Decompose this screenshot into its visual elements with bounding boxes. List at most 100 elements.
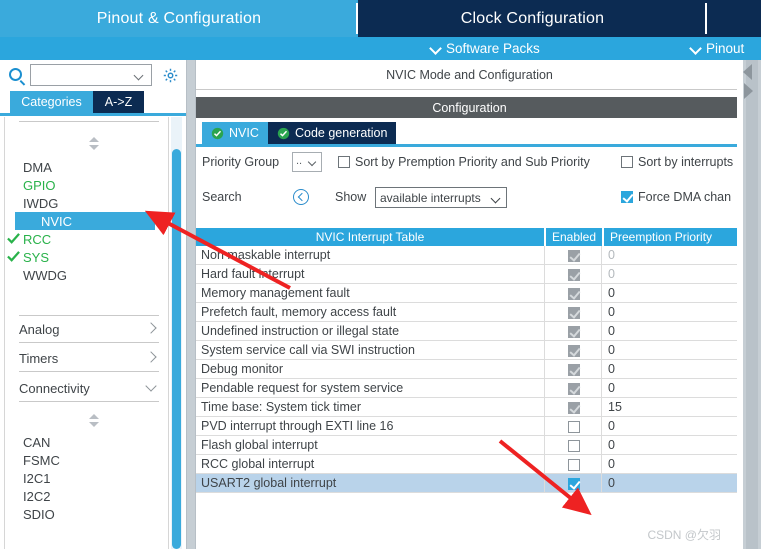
table-row[interactable]: PVD interrupt through EXTI line 16 0 bbox=[196, 417, 737, 436]
sidebar-item-sys[interactable]: SYS bbox=[7, 248, 49, 266]
preemption-priority-cell[interactable]: 0 bbox=[602, 246, 615, 265]
column-header-interrupt-table[interactable]: NVIC Interrupt Table bbox=[196, 228, 544, 246]
tab-label: Clock Configuration bbox=[460, 9, 605, 27]
tab-clock-configuration[interactable]: Clock Configuration bbox=[358, 0, 707, 37]
sort-by-interrupts-checkbox[interactable] bbox=[621, 156, 633, 168]
right-scroll-band-inner[interactable] bbox=[746, 60, 758, 549]
enabled-cell[interactable] bbox=[544, 436, 602, 455]
table-row[interactable]: Memory management fault 0 bbox=[196, 284, 737, 303]
table-row[interactable]: Flash global interrupt 0 bbox=[196, 436, 737, 455]
sidebar-item-fsmc[interactable]: FSMC bbox=[23, 451, 60, 469]
column-header-preemption-priority[interactable]: Preemption Priority bbox=[602, 228, 737, 246]
enabled-cell[interactable] bbox=[544, 474, 602, 493]
sidebar-item-i2c1[interactable]: I2C1 bbox=[23, 469, 50, 487]
chevron-right-icon bbox=[145, 351, 159, 365]
interrupt-name: Pendable request for system service bbox=[201, 381, 404, 395]
enabled-checkbox[interactable] bbox=[568, 440, 580, 452]
collapse-left-icon[interactable] bbox=[743, 64, 752, 80]
tab-next[interactable] bbox=[707, 0, 761, 37]
enabled-cell[interactable] bbox=[544, 246, 602, 265]
panel-title: NVIC Mode and Configuration bbox=[196, 60, 743, 90]
show-select[interactable]: available interrupts bbox=[375, 187, 507, 208]
table-row[interactable]: Non maskable interrupt 0 bbox=[196, 246, 737, 265]
table-row[interactable]: USART2 global interrupt 0 bbox=[196, 474, 737, 493]
enabled-cell[interactable] bbox=[544, 341, 602, 360]
priority-group-value: .. bbox=[296, 155, 303, 167]
enabled-checkbox[interactable] bbox=[568, 421, 580, 433]
enabled-cell[interactable] bbox=[544, 417, 602, 436]
preemption-priority-cell[interactable]: 0 bbox=[602, 455, 615, 474]
sidebar-group-label: Timers bbox=[19, 350, 59, 366]
panel-collapse-controls[interactable] bbox=[741, 62, 757, 102]
sort-by-interrupts-label: Sort by interrupts bbox=[638, 155, 734, 169]
sidebar-group-connectivity[interactable]: Connectivity bbox=[19, 375, 159, 401]
gear-icon[interactable] bbox=[162, 67, 179, 84]
enabled-cell[interactable] bbox=[544, 455, 602, 474]
sidebar-group-timers[interactable]: Timers bbox=[19, 345, 159, 371]
table-row[interactable]: Undefined instruction or illegal state 0 bbox=[196, 322, 737, 341]
chevron-down-icon bbox=[430, 43, 441, 54]
pinout-menu[interactable]: Pinout bbox=[690, 37, 744, 60]
table-row[interactable]: Time base: System tick timer 15 bbox=[196, 398, 737, 417]
force-dma-channels-checkbox[interactable] bbox=[621, 191, 633, 203]
preemption-priority-cell[interactable]: 0 bbox=[602, 265, 615, 284]
preemption-priority-cell[interactable]: 0 bbox=[602, 474, 615, 493]
preemption-priority-cell[interactable]: 0 bbox=[602, 379, 615, 398]
table-row[interactable]: Debug monitor 0 bbox=[196, 360, 737, 379]
scroll-spinner-icon[interactable] bbox=[89, 137, 100, 150]
preemption-priority-cell[interactable]: 0 bbox=[602, 322, 615, 341]
sidebar-item-wwdg[interactable]: WWDG bbox=[23, 266, 67, 284]
table-row[interactable]: Hard fault interrupt 0 bbox=[196, 265, 737, 284]
preemption-priority-cell[interactable]: 0 bbox=[602, 284, 615, 303]
sidebar-item-nvic[interactable]: NVIC bbox=[15, 212, 155, 230]
enabled-cell[interactable] bbox=[544, 398, 602, 417]
sidebar-group-analog[interactable]: Analog bbox=[19, 316, 159, 342]
enabled-checkbox[interactable] bbox=[568, 459, 580, 471]
tab-code-generation[interactable]: Code generation bbox=[268, 122, 397, 144]
collapse-right-icon[interactable] bbox=[744, 83, 753, 99]
tab-label: Code generation bbox=[295, 126, 388, 140]
divider bbox=[19, 371, 159, 372]
scroll-spinner-icon[interactable] bbox=[89, 414, 100, 427]
preemption-priority-cell[interactable]: 0 bbox=[602, 341, 615, 360]
sidebar-item-dma[interactable]: DMA bbox=[23, 158, 52, 176]
sidebar-scrollbar-thumb[interactable] bbox=[172, 149, 181, 549]
column-header-enabled[interactable]: Enabled bbox=[544, 228, 602, 246]
preemption-priority-cell[interactable]: 15 bbox=[602, 398, 622, 417]
priority-group-label: Priority Group bbox=[202, 155, 280, 169]
preemption-priority-cell[interactable]: 0 bbox=[602, 417, 615, 436]
tab-categories[interactable]: Categories bbox=[10, 91, 93, 113]
tab-nvic[interactable]: NVIC bbox=[202, 122, 268, 144]
configuration-subtabs: NVIC Code generation bbox=[196, 122, 743, 144]
table-row[interactable]: RCC global interrupt 0 bbox=[196, 455, 737, 474]
table-row[interactable]: Prefetch fault, memory access fault 0 bbox=[196, 303, 737, 322]
tab-a-to-z[interactable]: A->Z bbox=[93, 91, 144, 113]
enabled-cell[interactable] bbox=[544, 284, 602, 303]
enabled-cell[interactable] bbox=[544, 379, 602, 398]
sidebar-item-sdio[interactable]: SDIO bbox=[23, 505, 55, 523]
sidebar-item-iwdg[interactable]: IWDG bbox=[23, 194, 58, 212]
priority-group-select[interactable]: .. bbox=[292, 152, 322, 172]
enabled-cell[interactable] bbox=[544, 322, 602, 341]
preemption-priority-cell[interactable]: 0 bbox=[602, 303, 615, 322]
sidebar-item-i2c2[interactable]: I2C2 bbox=[23, 487, 50, 505]
enabled-checkbox[interactable] bbox=[568, 478, 580, 490]
enabled-cell[interactable] bbox=[544, 303, 602, 322]
sidebar-item-gpio[interactable]: GPIO bbox=[23, 176, 56, 194]
software-packs-menu[interactable]: Software Packs bbox=[430, 37, 540, 60]
table-header-row: NVIC Interrupt Table Enabled Preemption … bbox=[196, 228, 737, 246]
tab-pinout-and-configuration[interactable]: Pinout & Configuration bbox=[0, 0, 358, 37]
sidebar-item-can[interactable]: CAN bbox=[23, 433, 50, 451]
table-row[interactable]: System service call via SWI instruction 0 bbox=[196, 341, 737, 360]
search-back-icon[interactable] bbox=[293, 189, 309, 205]
enabled-cell[interactable] bbox=[544, 265, 602, 284]
sort-by-premption-checkbox[interactable] bbox=[338, 156, 350, 168]
table-row[interactable]: Pendable request for system service 0 bbox=[196, 379, 737, 398]
search-input[interactable] bbox=[34, 67, 132, 84]
sidebar-item-rcc[interactable]: RCC bbox=[7, 230, 51, 248]
preemption-priority-cell[interactable]: 0 bbox=[602, 436, 615, 455]
preemption-priority-cell[interactable]: 0 bbox=[602, 360, 615, 379]
enabled-cell[interactable] bbox=[544, 360, 602, 379]
chevron-down-icon[interactable] bbox=[135, 72, 144, 81]
search-combobox[interactable] bbox=[30, 64, 152, 86]
